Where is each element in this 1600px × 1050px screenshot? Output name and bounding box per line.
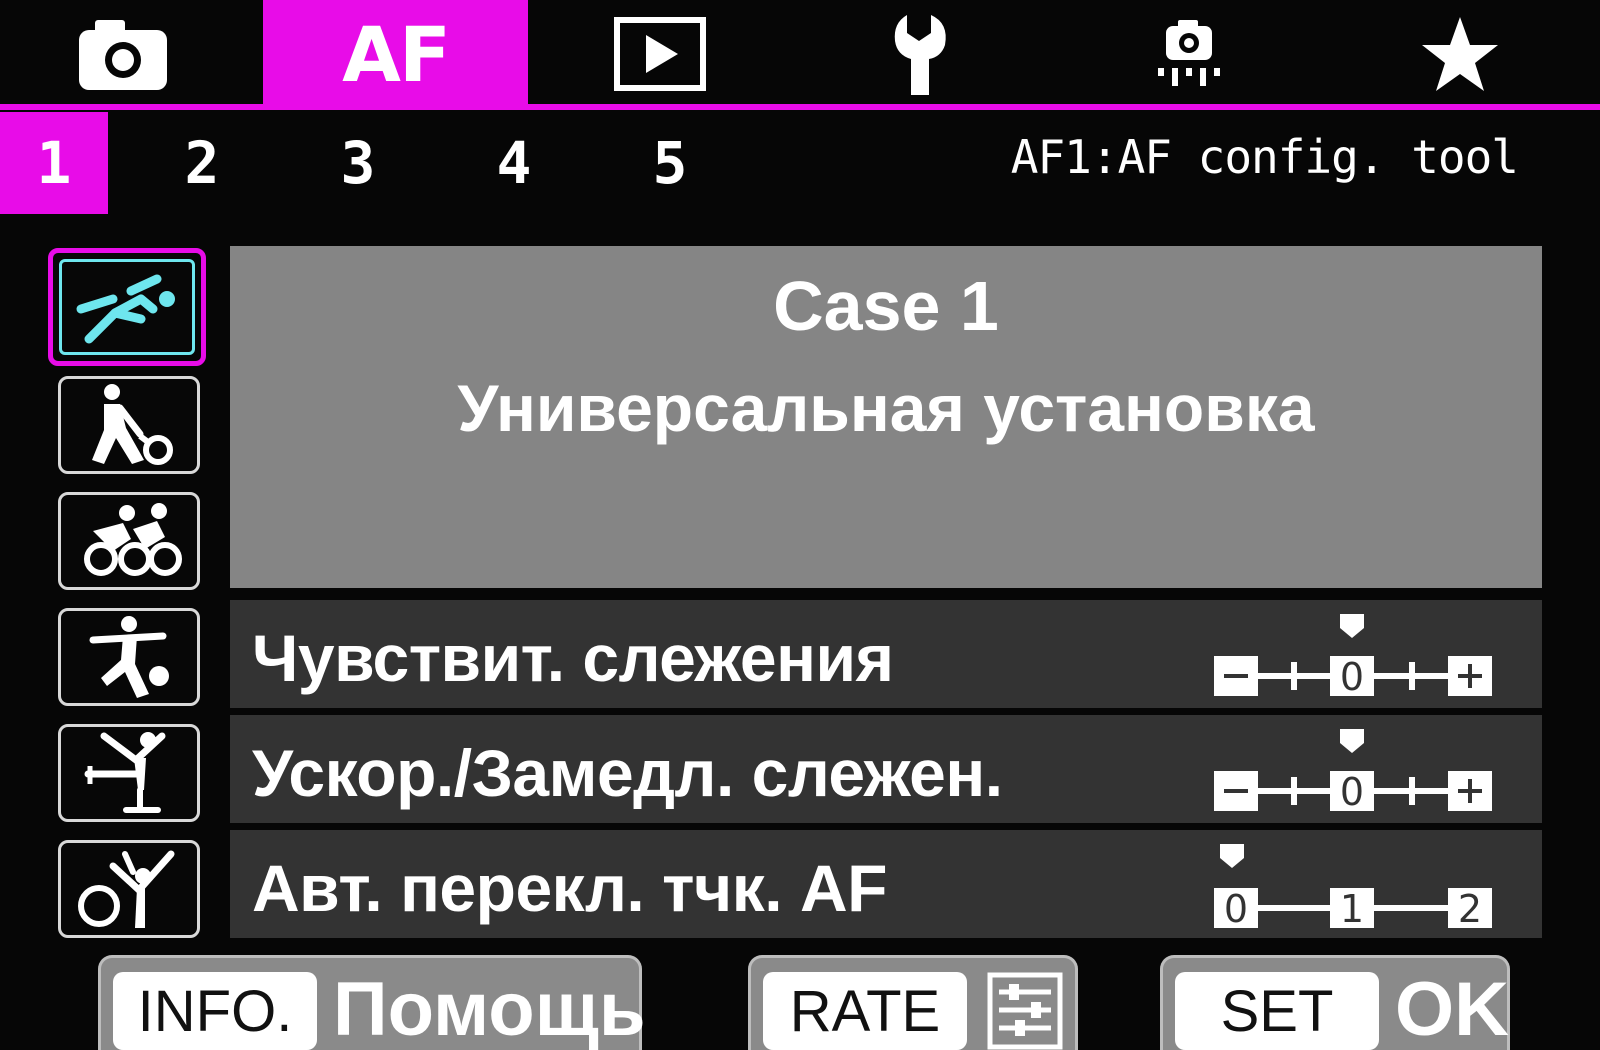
- case-description-panel: Case 1 Универсальная установка: [230, 246, 1542, 588]
- help-button[interactable]: INFO. Помощь: [98, 955, 646, 1050]
- af-point-switching-scale: 0 1 2: [1214, 844, 1492, 931]
- tab-setup[interactable]: [860, 0, 990, 108]
- scale-tick-label: 2: [1458, 887, 1482, 931]
- subtab-1[interactable]: 1: [0, 112, 108, 214]
- case-3-button[interactable]: [58, 492, 200, 590]
- case6-gymnast-icon: [78, 850, 175, 928]
- case-2-button[interactable]: [58, 376, 200, 474]
- case-title: Case 1: [773, 267, 999, 345]
- tab-shooting[interactable]: [40, 0, 205, 108]
- case-6-button[interactable]: [58, 840, 200, 938]
- subtab-4[interactable]: 4: [460, 112, 568, 214]
- scale-tick-label: 0: [1340, 770, 1364, 814]
- rate-button[interactable]: RATE: [748, 955, 1078, 1050]
- rate-key: RATE: [763, 972, 967, 1050]
- case-subtitle: Универсальная установка: [457, 371, 1315, 445]
- scale-marker: [1220, 844, 1244, 868]
- wrench-icon: [894, 15, 946, 95]
- tab-playback[interactable]: [590, 0, 730, 108]
- scale-marker: [1340, 729, 1364, 753]
- tab-af[interactable]: AF: [263, 0, 528, 108]
- tracking-sensitivity-scale: 0: [1214, 614, 1492, 699]
- case5-skater-icon: [84, 732, 166, 813]
- tab-af-label: AF: [342, 9, 451, 99]
- scale-tick-label: 0: [1340, 655, 1364, 699]
- param-label: Ускор./Замедл. слежен.: [252, 736, 1003, 810]
- camera-icon: [78, 20, 167, 90]
- case-5-button[interactable]: [58, 724, 200, 822]
- param-accel-decel-tracking[interactable]: Ускор./Замедл. слежен. 0: [230, 715, 1542, 823]
- case-1-button[interactable]: [48, 248, 206, 366]
- ok-button[interactable]: SET OK: [1160, 955, 1510, 1050]
- scale-marker: [1340, 614, 1364, 638]
- subtab-3[interactable]: 3: [304, 112, 412, 214]
- param-tracking-sensitivity[interactable]: Чувствит. слежения 0: [230, 600, 1542, 708]
- case-4-button[interactable]: [58, 608, 200, 706]
- star-icon: [1422, 17, 1498, 91]
- accel-decel-scale: 0: [1214, 729, 1492, 814]
- tab-my-menu[interactable]: [1400, 0, 1520, 108]
- param-label: Чувствит. слежения: [252, 621, 894, 695]
- subtab-2[interactable]: 2: [148, 112, 256, 214]
- tab-custom-functions[interactable]: [1130, 0, 1250, 108]
- scale-tick-label: 1: [1340, 887, 1364, 931]
- menu-tab-bar: AF: [0, 0, 1600, 108]
- param-label: Авт. перекл. тчк. AF: [252, 851, 887, 925]
- set-key: SET: [1175, 972, 1379, 1050]
- tab-underline: [0, 104, 1600, 110]
- case3-cyclists-icon: [84, 503, 182, 576]
- playback-icon: [614, 17, 706, 91]
- param-af-point-auto-switching[interactable]: Авт. перекл. тчк. AF 0 1 2: [230, 830, 1542, 938]
- rating-sliders-icon: [987, 972, 1063, 1050]
- ok-label: OK: [1395, 967, 1509, 1050]
- help-label: Помощь: [333, 967, 646, 1050]
- subtab-5[interactable]: 5: [616, 112, 724, 214]
- page-title: AF1:AF config. tool: [1010, 130, 1519, 184]
- custom-functions-icon: [1158, 20, 1220, 86]
- case4-soccer-icon: [89, 616, 169, 698]
- info-key: INFO.: [113, 972, 317, 1050]
- case1-versatile-sprinter-icon: [76, 274, 175, 344]
- scale-tick-label: 0: [1224, 887, 1248, 931]
- case2-tennis-icon: [92, 384, 173, 465]
